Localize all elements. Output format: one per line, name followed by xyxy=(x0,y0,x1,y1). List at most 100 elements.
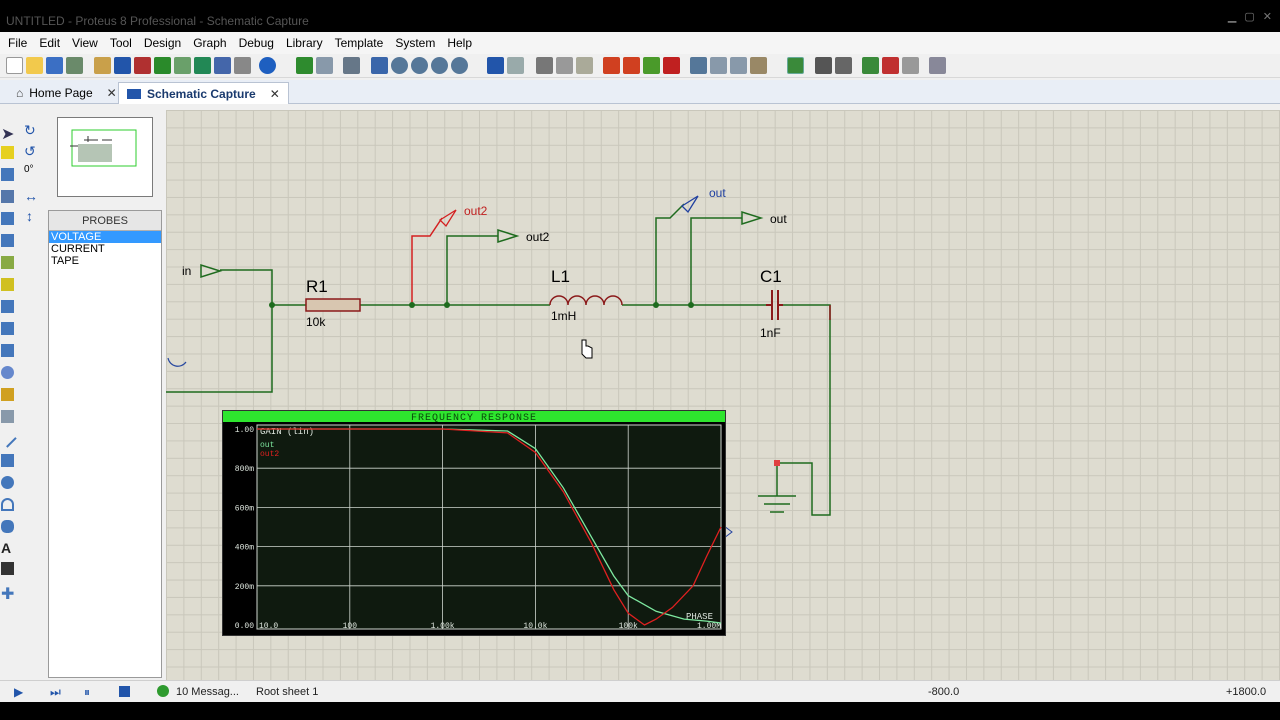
resistor-r1[interactable] xyxy=(305,298,361,312)
voltage-probe-out[interactable] xyxy=(680,195,699,214)
ground-symbol[interactable] xyxy=(758,495,796,513)
terminals-mode-icon[interactable] xyxy=(1,278,14,291)
2d-arc-icon[interactable] xyxy=(1,498,14,511)
step-icon[interactable]: ⏭ xyxy=(50,685,61,700)
origin-icon[interactable] xyxy=(343,57,360,74)
zoom-all-icon[interactable] xyxy=(431,57,448,74)
block-delete-icon[interactable] xyxy=(663,57,680,74)
overview-window[interactable] xyxy=(57,117,153,197)
menu-file[interactable]: File xyxy=(2,32,33,54)
wire-in-to-r1[interactable] xyxy=(220,269,306,306)
refresh-icon[interactable] xyxy=(296,57,313,74)
wire-out-probe[interactable] xyxy=(655,203,685,305)
copy-icon[interactable] xyxy=(556,57,573,74)
redo-icon[interactable] xyxy=(507,57,524,74)
rotate-clockwise-icon[interactable]: ↻ xyxy=(24,122,36,139)
virtual-instruments-icon[interactable] xyxy=(1,410,14,423)
3d-view-icon[interactable] xyxy=(174,57,191,74)
voltage-probe-out2[interactable] xyxy=(438,209,457,228)
packaging-tool-icon[interactable] xyxy=(730,57,747,74)
zoom-in-icon[interactable] xyxy=(391,57,408,74)
open-file-icon[interactable] xyxy=(26,57,43,74)
save-icon[interactable] xyxy=(46,57,63,74)
maximize-icon[interactable]: ▢ xyxy=(1244,10,1254,23)
menu-debug[interactable]: Debug xyxy=(233,32,280,54)
exit-to-parent-icon[interactable] xyxy=(902,57,919,74)
pause-icon[interactable]: ⏸ xyxy=(84,685,90,700)
frequency-response-graph[interactable]: FREQUENCY RESPONSE GAIN (lin) out out2 P… xyxy=(222,410,726,636)
tab-home-page[interactable]: ⌂ Home Page ✕ xyxy=(8,82,125,104)
tape-recorder-icon[interactable] xyxy=(1,344,14,357)
grid-icon[interactable] xyxy=(316,57,333,74)
help-icon[interactable] xyxy=(259,57,276,74)
pick-device-icon[interactable] xyxy=(690,57,707,74)
wire-out2-probe[interactable] xyxy=(411,217,443,305)
search-tag-icon[interactable] xyxy=(815,57,832,74)
probe-voltage-item[interactable]: VOLTAGE xyxy=(49,231,161,243)
wire-autorouter-icon[interactable] xyxy=(787,57,804,74)
2d-line-icon[interactable] xyxy=(0,429,17,448)
design-explorer-icon[interactable] xyxy=(214,57,231,74)
menu-design[interactable]: Design xyxy=(138,32,187,54)
wire-label-icon[interactable] xyxy=(1,190,14,203)
paste-icon[interactable] xyxy=(576,57,593,74)
remove-sheet-icon[interactable] xyxy=(882,57,899,74)
component-mode-icon[interactable] xyxy=(1,146,14,159)
mirror-horizontal-icon[interactable]: ↔ xyxy=(24,188,38,204)
rotate-anticlockwise-icon[interactable]: ↺ xyxy=(24,143,36,160)
terminal-out-symbol[interactable] xyxy=(741,210,764,226)
pan-icon[interactable] xyxy=(371,57,388,74)
terminal-in-symbol[interactable] xyxy=(200,263,223,279)
source-code-icon[interactable] xyxy=(234,57,251,74)
home-icon[interactable] xyxy=(94,57,111,74)
cut-icon[interactable] xyxy=(536,57,553,74)
close-icon[interactable]: ✕ xyxy=(107,86,117,100)
menu-graph[interactable]: Graph xyxy=(187,32,232,54)
menu-tool[interactable]: Tool xyxy=(104,32,138,54)
property-assign-icon[interactable] xyxy=(835,57,852,74)
messages-count[interactable]: 10 Messag... xyxy=(176,686,239,698)
2d-text-icon[interactable]: A xyxy=(1,540,14,556)
probe-mode-icon[interactable] xyxy=(1,388,14,401)
menu-template[interactable]: Template xyxy=(329,32,390,54)
decompose-icon[interactable] xyxy=(750,57,767,74)
tab-schematic-capture[interactable]: Schematic Capture ✕ xyxy=(118,82,289,104)
bus-icon[interactable] xyxy=(1,234,14,247)
2d-box-icon[interactable] xyxy=(1,454,14,467)
wire-return[interactable] xyxy=(166,305,273,393)
mirror-vertical-icon[interactable]: ↕ xyxy=(26,208,33,224)
2d-symbol-icon[interactable] xyxy=(1,562,14,575)
menu-help[interactable]: Help xyxy=(441,32,478,54)
inductor-l1[interactable] xyxy=(549,295,623,306)
play-icon[interactable]: ▶ xyxy=(14,685,23,699)
2d-marker-icon[interactable]: ✚ xyxy=(1,584,14,603)
pcb-icon[interactable] xyxy=(134,57,151,74)
menu-edit[interactable]: Edit xyxy=(33,32,66,54)
close-icon[interactable]: ✕ xyxy=(270,87,280,101)
menu-system[interactable]: System xyxy=(389,32,441,54)
terminal-out2-symbol[interactable] xyxy=(497,228,520,244)
subcircuit-icon[interactable] xyxy=(1,256,14,269)
generator-mode-icon[interactable] xyxy=(1,366,14,379)
wire-to-out2-terminal[interactable] xyxy=(446,235,498,305)
rotation-angle[interactable]: 0° xyxy=(24,164,34,175)
schematic-icon[interactable] xyxy=(114,57,131,74)
capacitor-c1[interactable] xyxy=(766,290,783,320)
messages-icon[interactable] xyxy=(157,685,169,697)
undo-icon[interactable] xyxy=(487,57,504,74)
text-script-icon[interactable] xyxy=(1,212,14,225)
menu-view[interactable]: View xyxy=(66,32,104,54)
gerber-icon[interactable] xyxy=(154,57,171,74)
junction-dot-icon[interactable] xyxy=(1,168,14,181)
new-sheet-icon[interactable] xyxy=(862,57,879,74)
new-file-icon[interactable] xyxy=(6,57,23,74)
zoom-area-icon[interactable] xyxy=(451,57,468,74)
block-rotate-icon[interactable] xyxy=(643,57,660,74)
selection-mode-icon[interactable]: ➤ xyxy=(1,124,14,143)
probe-current-item[interactable]: CURRENT xyxy=(49,243,161,255)
device-pins-icon[interactable] xyxy=(1,300,14,313)
block-move-icon[interactable] xyxy=(623,57,640,74)
graph-mode-icon[interactable] xyxy=(1,322,14,335)
block-copy-icon[interactable] xyxy=(603,57,620,74)
probe-tape-item[interactable]: TAPE xyxy=(49,255,161,267)
